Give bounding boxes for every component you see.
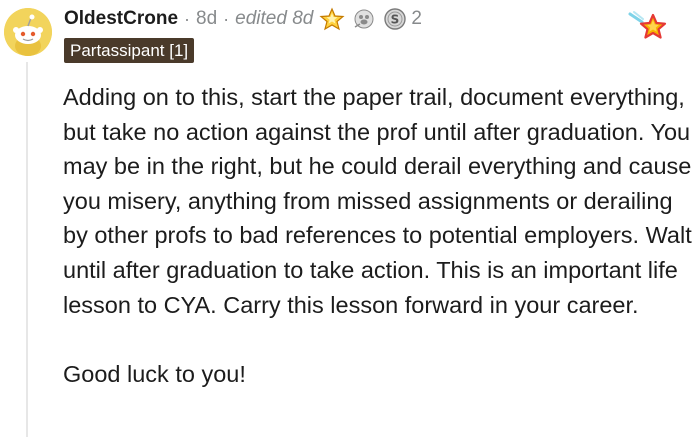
star-badge-icon[interactable] xyxy=(628,10,670,46)
silver-coin-award-icon[interactable]: S xyxy=(383,7,407,31)
star-award-icon[interactable] xyxy=(319,7,345,31)
separator: · xyxy=(184,8,191,29)
comment: OldestCrone · 8d · edited 8d S 2 Partass… xyxy=(0,0,700,437)
snoo-avatar-icon xyxy=(4,8,52,56)
comment-age[interactable]: 8d xyxy=(196,8,217,30)
award-count: 2 xyxy=(411,8,422,29)
comment-paragraph: Good luck to you! xyxy=(63,360,246,387)
paw-award-icon[interactable] xyxy=(351,7,377,31)
avatar[interactable] xyxy=(4,8,52,56)
comment-body: Adding on to this, start the paper trail… xyxy=(63,80,697,391)
username-link[interactable]: OldestCrone xyxy=(64,8,178,30)
comment-header: OldestCrone · 8d · edited 8d S 2 xyxy=(64,6,700,32)
user-flair: Partassipant [1] xyxy=(64,38,195,63)
comment-paragraph: Adding on to this, start the paper trail… xyxy=(63,84,692,318)
svg-text:S: S xyxy=(391,13,400,27)
separator: · xyxy=(223,8,230,29)
edited-label: edited 8d xyxy=(235,8,314,29)
thread-line[interactable] xyxy=(26,62,28,437)
